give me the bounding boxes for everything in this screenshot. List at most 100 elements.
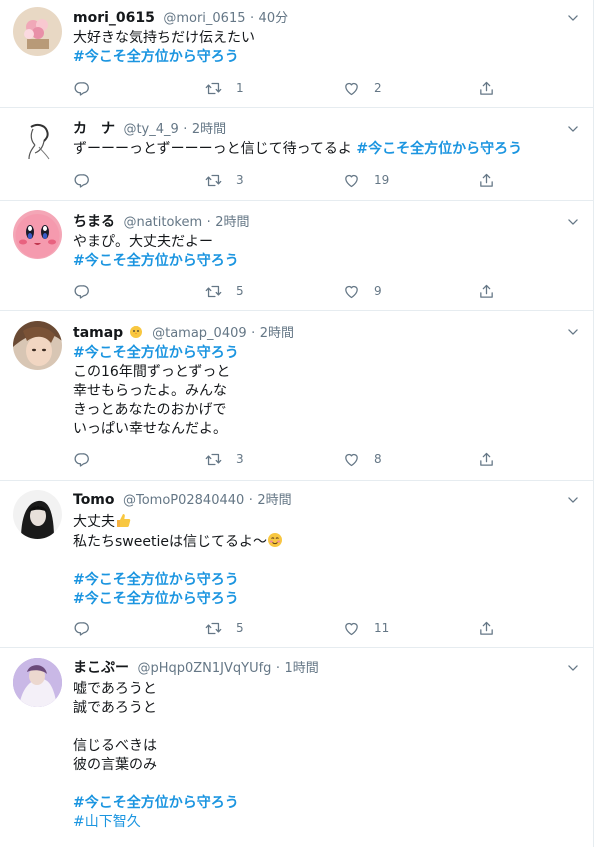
- tweet-header: カ ナ @ty_4_9 · 2時間: [73, 120, 226, 138]
- reply-button[interactable]: [73, 78, 90, 98]
- text-line: 大好きな気持ちだけ伝えたい: [73, 30, 255, 46]
- timestamp[interactable]: 2時間: [215, 215, 249, 230]
- retweet-icon: [205, 283, 222, 300]
- share-button[interactable]: [478, 618, 495, 638]
- reply-icon: [73, 172, 90, 189]
- tweet-text: ずーーーっとずーーーっと信じて待ってるよ #今こそ全方位から守ろう: [73, 140, 568, 159]
- avatar[interactable]: [13, 658, 62, 707]
- like-count: 19: [374, 173, 390, 187]
- separator-dot: ·: [183, 122, 188, 137]
- reply-icon: [73, 620, 90, 637]
- share-icon: [478, 451, 495, 468]
- chevron-down-icon[interactable]: [566, 493, 580, 507]
- avatar[interactable]: [13, 210, 62, 259]
- separator-dot: ·: [275, 661, 281, 676]
- separator-dot: ·: [251, 326, 256, 341]
- tweet[interactable]: mori_0615 @mori_0615 · 40分 大好きな気持ちだけ伝えたい…: [0, 0, 593, 108]
- retweet-button[interactable]: 3: [205, 449, 244, 469]
- chick-emoji-icon: [129, 326, 142, 338]
- share-button[interactable]: [478, 170, 495, 190]
- hashtag-link[interactable]: #今こそ全方位から守ろう: [73, 794, 568, 813]
- retweet-button[interactable]: 5: [205, 618, 244, 638]
- text-line: 幸せもらったよ。みんな: [73, 383, 227, 399]
- avatar[interactable]: [13, 490, 62, 539]
- tweet-text: #今こそ全方位から守ろう この16年間ずっとずっと 幸せもらったよ。みんな きっ…: [73, 344, 568, 439]
- avatar[interactable]: [13, 7, 62, 56]
- retweet-button[interactable]: 5: [205, 281, 244, 301]
- user-handle[interactable]: @natitokem: [123, 215, 202, 230]
- reply-button[interactable]: [73, 618, 90, 638]
- user-handle[interactable]: @pHqp0ZN1JVqYUfg: [137, 661, 271, 676]
- retweet-count: 5: [236, 284, 244, 298]
- retweet-button[interactable]: 1: [205, 78, 244, 98]
- like-button[interactable]: 11: [343, 618, 389, 638]
- tweet-actions: 1 2: [73, 78, 503, 98]
- tweet[interactable]: まこぷー @pHqp0ZN1JVqYUfg · 1時間 嘘であろうと 誠であろう…: [0, 648, 594, 847]
- display-name[interactable]: tamap: [73, 325, 123, 341]
- avatar[interactable]: [13, 117, 62, 166]
- user-handle[interactable]: @tamap_0409: [152, 326, 247, 341]
- like-count: 2: [374, 81, 382, 95]
- tweet[interactable]: tamap @tamap_0409 · 2時間 #今こそ全方位から守ろう この1…: [0, 311, 593, 481]
- hashtag-link[interactable]: #今こそ全方位から守ろう: [73, 48, 568, 67]
- text-line: いっぱい幸せなんだよ。: [73, 421, 227, 437]
- like-count: 8: [374, 452, 382, 466]
- tweet-actions: 3 8: [73, 449, 503, 469]
- retweet-count: 3: [236, 452, 244, 466]
- tweet[interactable]: ちまる @natitokem · 2時間 やまぴ。大丈夫だよー #今こそ全方位か…: [0, 201, 593, 311]
- chevron-down-icon[interactable]: [566, 215, 580, 229]
- retweet-button[interactable]: 3: [205, 170, 244, 190]
- text-line: 彼の言葉のみ: [73, 757, 157, 773]
- hashtag-link[interactable]: #今こそ全方位から守ろう: [73, 344, 568, 363]
- hashtag-link[interactable]: #今こそ全方位から守ろう: [73, 590, 568, 609]
- text-line: ずーーーっとずーーーっと信じて待ってるよ: [73, 141, 357, 157]
- thumbs-up-emoji-icon: [117, 514, 131, 527]
- tweet-text: 大丈夫 私たちsweetieは信じてるよ〜 #今こそ全方位から守ろう #今こそ全…: [73, 512, 568, 609]
- display-name[interactable]: カ ナ: [73, 121, 115, 137]
- text-line: 嘘であろうと: [73, 681, 157, 697]
- tweet-header: ちまる @natitokem · 2時間: [73, 213, 249, 231]
- hashtag-link[interactable]: #今こそ全方位から守ろう: [356, 141, 522, 157]
- tweet-header: Tomo @TomoP02840440 · 2時間: [73, 491, 292, 509]
- like-button[interactable]: 9: [343, 281, 382, 301]
- timestamp[interactable]: 2時間: [257, 493, 291, 508]
- share-button[interactable]: [478, 281, 495, 301]
- timestamp[interactable]: 40分: [259, 11, 289, 26]
- tweet[interactable]: Tomo @TomoP02840440 · 2時間 大丈夫 私たちsweetie…: [0, 481, 593, 648]
- hashtag-link[interactable]: #山下智久: [73, 813, 568, 832]
- heart-icon: [343, 80, 360, 97]
- chevron-down-icon[interactable]: [566, 325, 580, 339]
- hashtag-link[interactable]: #今こそ全方位から守ろう: [73, 252, 568, 271]
- reply-button[interactable]: [73, 170, 90, 190]
- chevron-down-icon[interactable]: [566, 661, 580, 675]
- timestamp[interactable]: 2時間: [260, 326, 294, 341]
- heart-icon: [343, 451, 360, 468]
- share-button[interactable]: [478, 78, 495, 98]
- like-button[interactable]: 2: [343, 78, 382, 98]
- display-name[interactable]: mori_0615: [73, 10, 155, 26]
- user-handle[interactable]: @mori_0615: [163, 11, 245, 26]
- share-button[interactable]: [478, 449, 495, 469]
- chevron-down-icon[interactable]: [566, 11, 580, 25]
- chevron-down-icon[interactable]: [566, 122, 580, 136]
- text-line: 誠であろうと: [73, 700, 157, 716]
- reply-button[interactable]: [73, 449, 90, 469]
- tweet-actions: 5 11: [73, 618, 503, 638]
- reply-button[interactable]: [73, 281, 90, 301]
- tweet[interactable]: カ ナ @ty_4_9 · 2時間 ずーーーっとずーーーっと信じて待ってるよ #…: [0, 108, 593, 201]
- like-button[interactable]: 19: [343, 170, 389, 190]
- like-button[interactable]: 8: [343, 449, 382, 469]
- timestamp[interactable]: 1時間: [284, 661, 318, 676]
- user-handle[interactable]: @TomoP02840440: [123, 493, 244, 508]
- timestamp[interactable]: 2時間: [192, 122, 226, 137]
- display-name[interactable]: まこぷー: [73, 660, 129, 676]
- tweet-header: mori_0615 @mori_0615 · 40分: [73, 9, 288, 27]
- tweet-text: やまぴ。大丈夫だよー #今こそ全方位から守ろう: [73, 233, 568, 271]
- display-name[interactable]: Tomo: [73, 492, 115, 508]
- hashtag-link[interactable]: #今こそ全方位から守ろう: [73, 571, 568, 590]
- avatar[interactable]: [13, 321, 62, 370]
- display-name[interactable]: ちまる: [73, 214, 115, 230]
- separator-dot: ·: [249, 11, 255, 26]
- user-handle[interactable]: @ty_4_9: [123, 122, 178, 137]
